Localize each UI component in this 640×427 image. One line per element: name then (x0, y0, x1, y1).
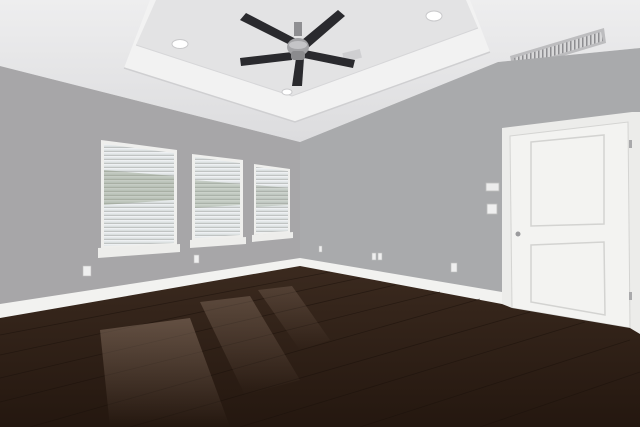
door-knob (515, 231, 521, 237)
outlet-back-1 (371, 252, 377, 261)
outlet-back-2 (377, 252, 383, 261)
outlet-left-2 (193, 254, 200, 264)
room-scene (0, 0, 640, 427)
outlet-back-3 (318, 245, 323, 253)
window-1 (98, 140, 180, 258)
door-hinge-top (629, 140, 632, 148)
thermostat (485, 182, 500, 192)
door-hinge-bottom (629, 292, 632, 300)
light-switch (486, 203, 498, 215)
window-2 (190, 154, 246, 248)
recessed-light-right (425, 10, 443, 22)
window-3 (252, 164, 293, 242)
room-photo (0, 0, 640, 427)
recessed-light-center (281, 88, 293, 96)
outlet-right (450, 262, 458, 273)
recessed-light-left (171, 39, 189, 49)
fan-light-kit (291, 51, 305, 60)
outlet-left (82, 265, 92, 277)
